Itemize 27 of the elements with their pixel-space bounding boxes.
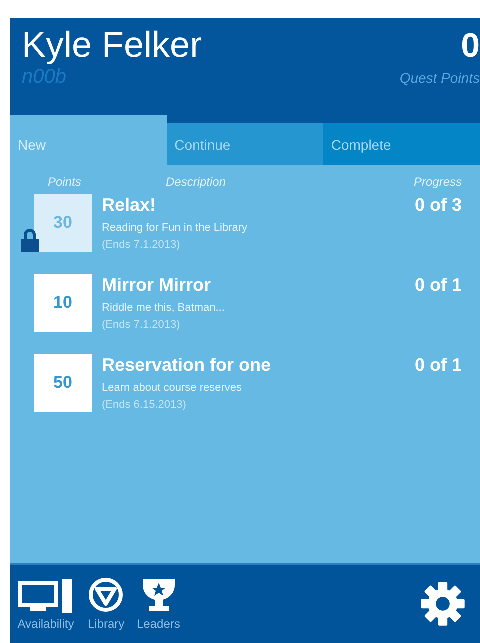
points-box: 50 [34, 354, 92, 412]
quest-description: Reading for Fun in the Library [102, 222, 249, 234]
nav-label[interactable]: Library [88, 617, 125, 631]
column-header: Progress [414, 175, 462, 189]
tab[interactable]: Complete [323, 123, 480, 165]
quest-end-date: (Ends 7.1.2013) [102, 319, 182, 331]
user-name: Kyle Felker [22, 24, 202, 66]
quest-title[interactable]: Relax! [102, 194, 415, 216]
points-label: Quest Points [400, 70, 480, 86]
points-value: 0 [461, 27, 480, 66]
column-header: Points [47, 175, 82, 189]
quest-title[interactable]: Reservation for one [102, 354, 415, 376]
column-header: Description [166, 175, 228, 189]
nav-label[interactable]: Availability [18, 617, 74, 631]
tab[interactable]: Continue [166, 123, 324, 165]
tab[interactable]: New [10, 115, 167, 165]
quest-title[interactable]: Mirror Mirror [102, 274, 415, 296]
quest-end-date: (Ends 6.15.2013) [102, 399, 188, 411]
nav-label[interactable]: Leaders [137, 617, 180, 631]
settings-icon[interactable] [420, 581, 466, 627]
points-box: 30 [34, 194, 92, 252]
quest-description: Learn about course reserves [102, 382, 244, 394]
quest-description: Riddle me this, Batman... [102, 302, 226, 314]
lock-icon [20, 228, 40, 252]
quest-end-date: (Ends 7.1.2013) [102, 239, 182, 251]
points-box: 10 [34, 274, 92, 332]
logo-icon[interactable] [88, 577, 124, 613]
